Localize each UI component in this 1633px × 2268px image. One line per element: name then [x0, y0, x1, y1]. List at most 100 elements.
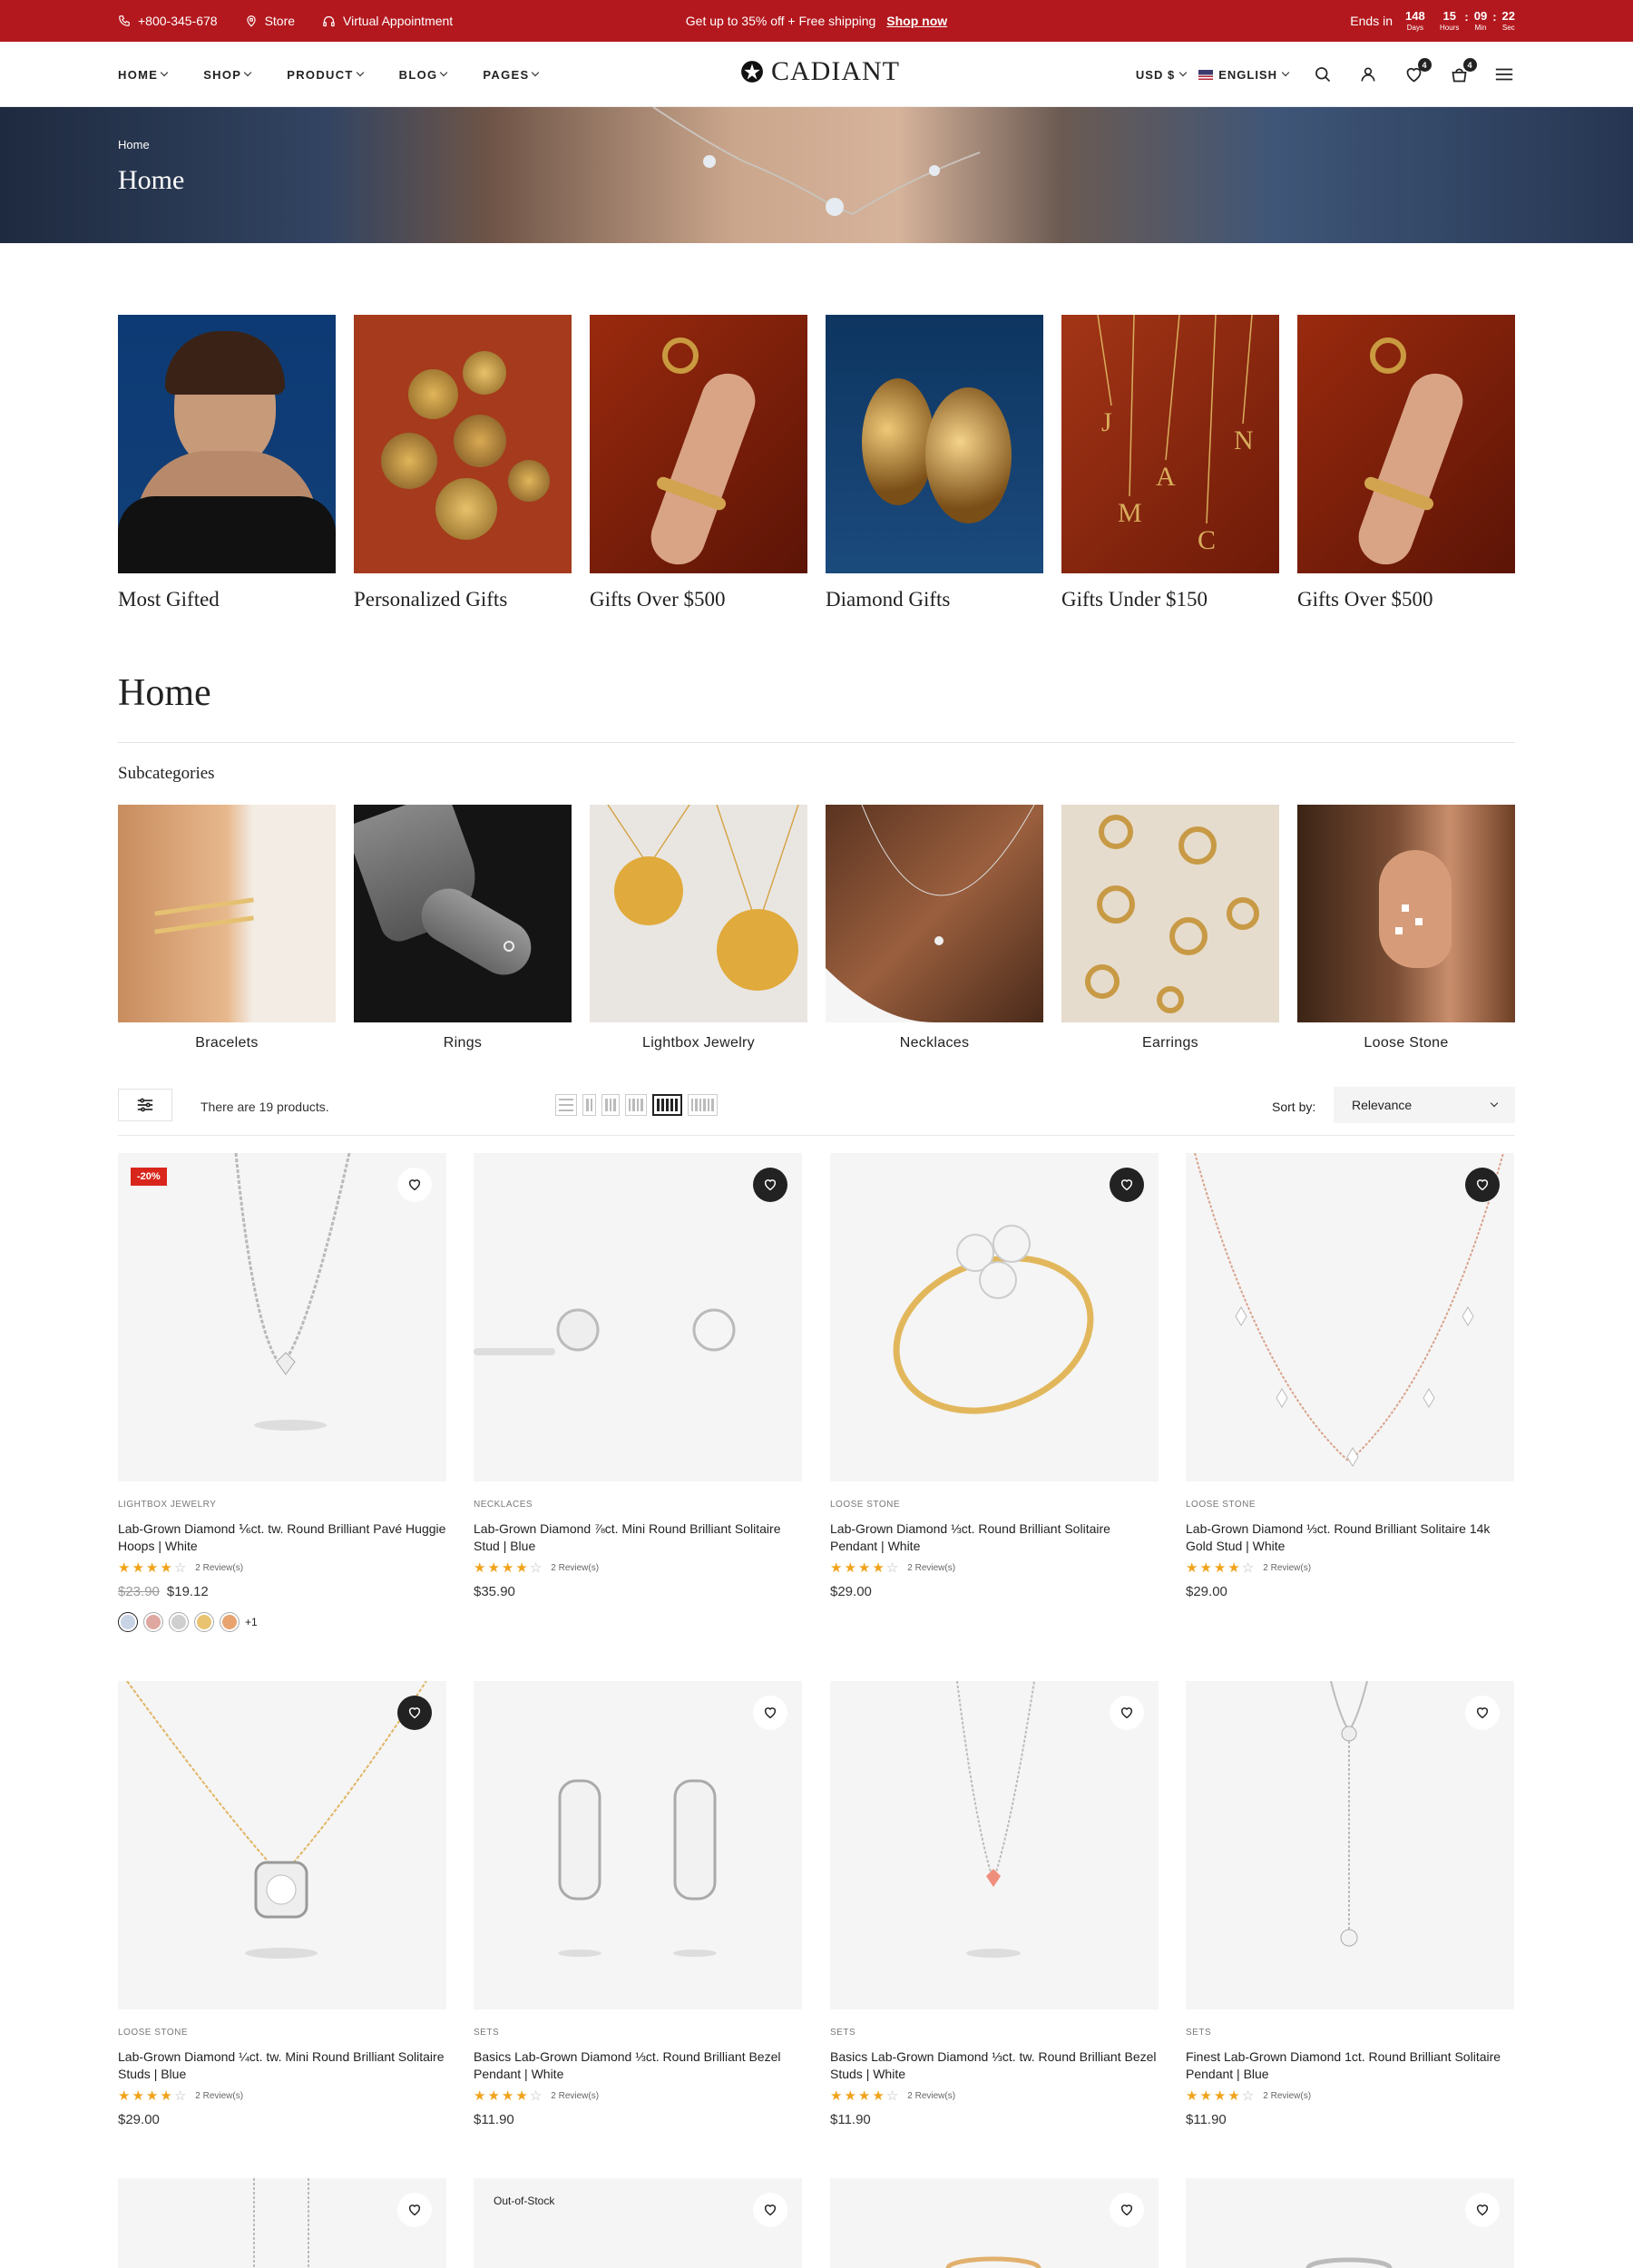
product-card[interactable]: LOOSE STONE Lab-Grown Diamond ⅓ct. Round… — [830, 1153, 1159, 1599]
nav-home[interactable]: HOME — [118, 68, 169, 82]
cart-button[interactable]: 4 — [1448, 58, 1477, 85]
sort-select[interactable]: Relevance — [1334, 1087, 1515, 1123]
product-image[interactable] — [830, 1681, 1159, 2009]
product-image[interactable] — [830, 2178, 1159, 2268]
product-image[interactable] — [474, 1153, 802, 1481]
product-card[interactable]: SETS Basics Lab-Grown Diamond ⅓ct. Round… — [474, 1681, 802, 2127]
more-swatches[interactable]: +1 — [245, 1616, 258, 1628]
menu-button[interactable] — [1493, 64, 1515, 85]
swatch-rose[interactable] — [143, 1612, 163, 1632]
subcategory-rings[interactable]: Rings — [354, 805, 572, 1051]
add-to-wishlist-button[interactable] — [1465, 1168, 1500, 1202]
swatch-peach[interactable] — [220, 1612, 240, 1632]
view-list-button[interactable] — [555, 1094, 577, 1116]
account-button[interactable] — [1357, 64, 1379, 85]
product-image[interactable] — [1186, 2178, 1514, 2268]
gift-card-over-500-alt[interactable]: Gifts Over $500 — [1297, 315, 1515, 611]
swatch-gold[interactable] — [194, 1612, 214, 1632]
search-button[interactable] — [1312, 64, 1334, 85]
product-name[interactable]: Basics Lab-Grown Diamond ⅓ct. Round Bril… — [474, 2048, 802, 2083]
product-name[interactable]: Lab-Grown Diamond ⅓ct. Round Brilliant S… — [830, 1520, 1159, 1555]
swatch-silver[interactable] — [169, 1612, 189, 1632]
product-name[interactable]: Lab-Grown Diamond ⅙ct. tw. Round Brillia… — [118, 1520, 446, 1555]
product-card[interactable]: -20% LIGHTBOX JEWELRY Lab-Grown Diamond … — [118, 1153, 446, 1632]
gift-image — [1297, 315, 1515, 573]
product-category[interactable]: LOOSE STONE — [1186, 1500, 1514, 1510]
add-to-wishlist-button[interactable] — [1110, 2193, 1144, 2227]
product-image[interactable]: -20% — [118, 1153, 446, 1481]
breadcrumb[interactable]: Home — [118, 138, 150, 152]
view-4-columns-button[interactable] — [624, 1094, 647, 1116]
shop-now-link[interactable]: Shop now — [886, 14, 947, 28]
add-to-wishlist-button[interactable] — [1110, 1168, 1144, 1202]
product-name[interactable]: Lab-Grown Diamond ⅞ct. Mini Round Brilli… — [474, 1520, 802, 1555]
wishlist-button[interactable]: 4 — [1403, 58, 1432, 85]
add-to-wishlist-button[interactable] — [1465, 1696, 1500, 1730]
product-image[interactable] — [474, 1681, 802, 2009]
add-to-wishlist-button[interactable] — [1110, 1696, 1144, 1730]
add-to-wishlist-button[interactable] — [753, 1696, 787, 1730]
gift-card-over-500[interactable]: Gifts Over $500 — [590, 315, 807, 611]
gift-card-most-gifted[interactable]: Most Gifted — [118, 315, 336, 611]
subcategory-lightbox-jewelry[interactable]: Lightbox Jewelry — [590, 805, 807, 1051]
nav-blog[interactable]: BLOG — [399, 68, 448, 82]
product-card[interactable]: SETS Basics Lab-Grown Diamond ⅓ct. tw. R… — [830, 1681, 1159, 2127]
product-name[interactable]: Basics Lab-Grown Diamond ⅓ct. tw. Round … — [830, 2048, 1159, 2083]
subcategory-necklaces[interactable]: Necklaces — [826, 805, 1043, 1051]
product-card[interactable] — [830, 2178, 1159, 2268]
product-image[interactable] — [118, 2178, 446, 2268]
product-image[interactable] — [1186, 1681, 1514, 2009]
product-card[interactable] — [1186, 2178, 1514, 2268]
view-2-columns-button[interactable] — [582, 1094, 596, 1116]
gift-card-under-150[interactable]: J MA C N Gifts Under $150 — [1061, 315, 1279, 611]
ends-in-label: Ends in — [1350, 14, 1393, 28]
add-to-wishlist-button[interactable] — [753, 2193, 787, 2227]
subcategory-bracelets[interactable]: Bracelets — [118, 805, 336, 1051]
product-image[interactable]: Out-of-Stock — [474, 2178, 802, 2268]
add-to-wishlist-button[interactable] — [397, 2193, 432, 2227]
product-image[interactable] — [1186, 1153, 1514, 1481]
gift-card-personalized[interactable]: Personalized Gifts — [354, 315, 572, 611]
phone-link[interactable]: +800-345-678 — [118, 14, 218, 28]
add-to-wishlist-button[interactable] — [397, 1168, 432, 1202]
product-name[interactable]: Lab-Grown Diamond ⅓ct. Round Brilliant S… — [1186, 1520, 1514, 1555]
product-category[interactable]: LIGHTBOX JEWELRY — [118, 1500, 446, 1510]
chevron-down-icon — [440, 68, 448, 77]
nav-pages[interactable]: PAGES — [483, 68, 540, 82]
add-to-wishlist-button[interactable] — [1465, 2193, 1500, 2227]
site-logo[interactable]: CADIANT — [740, 56, 900, 87]
product-card[interactable]: LOOSE STONE Lab-Grown Diamond ⅓ct. Round… — [1186, 1153, 1514, 1599]
product-image[interactable] — [830, 1153, 1159, 1481]
product-category[interactable]: LOOSE STONE — [830, 1500, 1159, 1510]
product-card[interactable] — [118, 2178, 446, 2268]
currency-selector[interactable]: USD $ — [1136, 68, 1188, 82]
gift-card-diamond[interactable]: Diamond Gifts — [826, 315, 1043, 611]
store-link[interactable]: Store — [245, 14, 295, 28]
product-category[interactable]: SETS — [830, 2028, 1159, 2038]
subcategory-loose-stone[interactable]: Loose Stone — [1297, 805, 1515, 1051]
product-category[interactable]: LOOSE STONE — [118, 2028, 446, 2038]
subcategory-earrings[interactable]: Earrings — [1061, 805, 1279, 1051]
product-card[interactable]: SETS Finest Lab-Grown Diamond 1ct. Round… — [1186, 1681, 1514, 2127]
product-name[interactable]: Lab-Grown Diamond ¼ct. tw. Mini Round Br… — [118, 2048, 446, 2083]
main-nav: HOME SHOP PRODUCT BLOG PAGES — [118, 42, 540, 107]
nav-product[interactable]: PRODUCT — [287, 68, 364, 82]
filter-button[interactable] — [118, 1089, 172, 1121]
product-image[interactable] — [118, 1681, 446, 2009]
product-category[interactable]: SETS — [1186, 2028, 1514, 2038]
view-3-columns-button[interactable] — [601, 1094, 620, 1116]
product-card[interactable]: LOOSE STONE Lab-Grown Diamond ¼ct. tw. M… — [118, 1681, 446, 2127]
product-category[interactable]: NECKLACES — [474, 1500, 802, 1510]
swatch-white[interactable] — [118, 1612, 138, 1632]
product-name[interactable]: Finest Lab-Grown Diamond 1ct. Round Bril… — [1186, 2048, 1514, 2083]
add-to-wishlist-button[interactable] — [753, 1168, 787, 1202]
language-selector[interactable]: ENGLISH — [1198, 68, 1290, 82]
product-card[interactable]: NECKLACES Lab-Grown Diamond ⅞ct. Mini Ro… — [474, 1153, 802, 1599]
view-6-columns-button[interactable] — [687, 1094, 718, 1116]
virtual-appointment-link[interactable]: Virtual Appointment — [322, 14, 453, 28]
add-to-wishlist-button[interactable] — [397, 1696, 432, 1730]
nav-shop[interactable]: SHOP — [203, 68, 252, 82]
view-5-columns-button[interactable] — [651, 1094, 682, 1116]
product-card[interactable]: Out-of-Stock — [474, 2178, 802, 2268]
product-category[interactable]: SETS — [474, 2028, 802, 2038]
